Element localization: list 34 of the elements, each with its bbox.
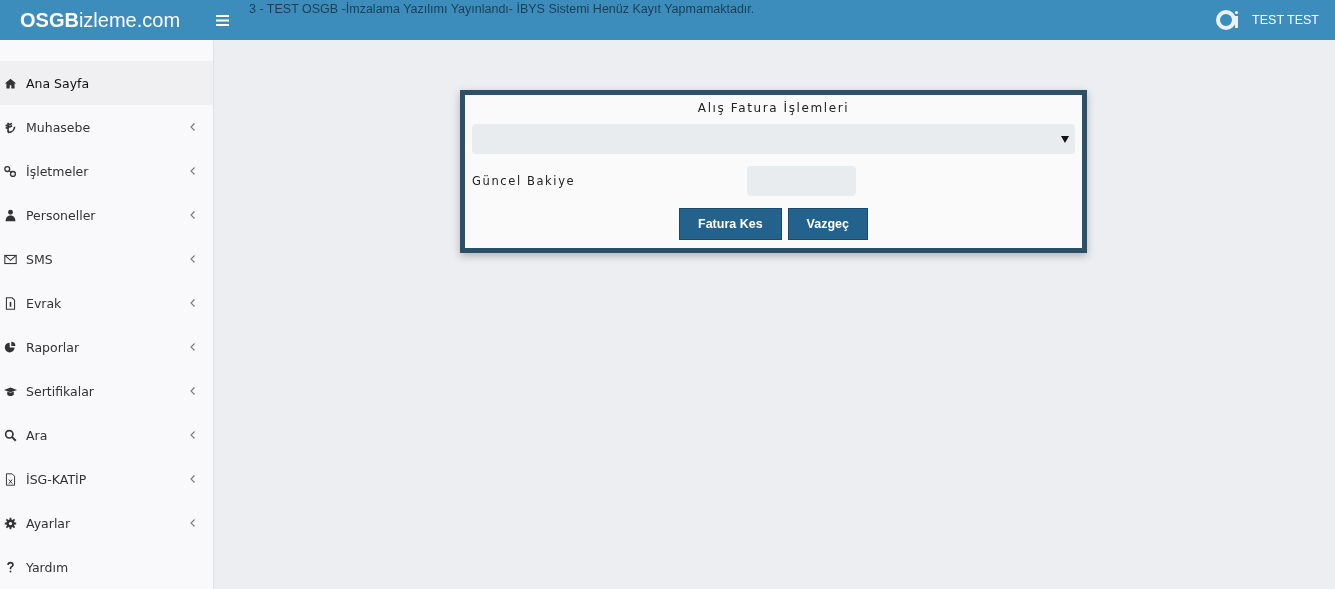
sidebar-item[interactable]: Sertifikalar: [0, 369, 213, 413]
sidebar-item[interactable]: Yardım: [0, 545, 213, 589]
user-icon: [4, 208, 17, 222]
dialog-title: Alış Fatura İşlemleri: [696, 101, 851, 115]
balance-label: Güncel Bakiye: [472, 174, 577, 188]
search-icon: [4, 428, 17, 442]
document-icon: [4, 296, 17, 310]
sidebar-item[interactable]: SMS: [0, 237, 213, 281]
menu-icon[interactable]: [216, 14, 229, 26]
sidebar-item[interactable]: Ara: [0, 413, 213, 457]
pie-chart-icon: [4, 340, 17, 354]
cancel-button[interactable]: Vazgeç: [787, 208, 868, 240]
sidebar-item[interactable]: Ana Sayfa: [0, 61, 213, 105]
home-icon: [4, 76, 17, 90]
sidebar-item[interactable]: İSG-KATİP: [0, 457, 213, 501]
user-name[interactable]: TEST TEST: [1252, 13, 1319, 27]
site-logo[interactable]: OSGBizleme.com: [0, 8, 196, 32]
settings-icon: [4, 516, 17, 530]
graduation-cap-icon: [4, 384, 17, 398]
sidebar-item[interactable]: Raporlar: [0, 325, 213, 369]
envelope-icon: [4, 252, 17, 266]
question-icon: [4, 560, 17, 574]
sidebar-item[interactable]: Ayarlar: [0, 501, 213, 545]
sidebar-item[interactable]: Personeller: [0, 193, 213, 237]
link-icon: [4, 164, 17, 178]
sidebar-item[interactable]: İşletmeler: [0, 149, 213, 193]
announcement-text: 3 - TEST OSGB -İmzalama Yazılımı Yayınlandı- İBYS Sistemi Henüz Kayıt Yapmamaktadır.: [249, 2, 755, 16]
dropdown-arrow-icon: [1061, 135, 1069, 143]
lira-icon: [4, 120, 17, 134]
create-invoice-button[interactable]: Fatura Kes: [679, 208, 782, 240]
excel-file-icon: [4, 472, 17, 486]
sidebar-item[interactable]: Evrak: [0, 281, 213, 325]
sidebar-item[interactable]: Muhasebe: [0, 105, 213, 149]
user-avatar-icon[interactable]: [1216, 8, 1241, 32]
